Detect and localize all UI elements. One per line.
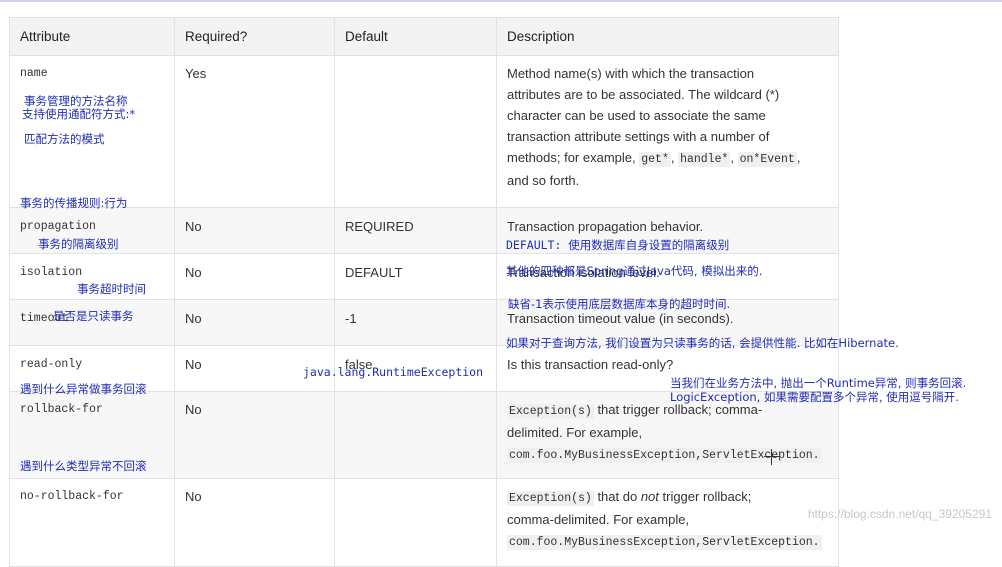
annotation-name-3: 匹配方法的模式 [24,132,105,146]
cell-description: Method name(s) with which the transactio… [496,55,839,208]
cell-required: No [174,299,335,346]
cell-default: REQUIRED [334,207,497,254]
code-get: get* [639,152,671,167]
cell-default: -1 [334,299,497,346]
header-required: Required? [174,17,335,56]
cell-description: Exception(s) that do not trigger rollbac… [496,478,839,567]
code-on-event: on*Event [737,152,797,167]
annotation-rollback-default: java.lang.RuntimeException [303,365,484,379]
desc-line: methods; for example, get*, handle*, on*… [507,147,828,170]
annotation-timeout: 事务超时时间 [77,282,146,296]
desc-text: that trigger rollback; comma- [593,402,763,417]
annotation-readonly: 是否是只读事务 [53,309,134,323]
annotation-name-1: 事务管理的方法名称 [24,94,128,108]
desc-line: com.foo.MyBusinessException,ServletExcep… [507,530,828,553]
desc-line: and so forth. [507,173,580,188]
annotation-rollback-desc-2: LogicException, 如果需要配置多个异常, 使用逗号隔开. [670,390,959,404]
desc-line: transaction attribute settings with a nu… [507,129,770,144]
annotation-rollback: 遇到什么异常做事务回滚 [20,382,147,396]
desc-emphasis: not [640,489,659,504]
desc-sep: , [796,150,801,165]
cell-required: No [174,253,335,300]
desc-line: delimited. For example, [507,425,643,440]
annotation-rollback-desc-1: 当我们在业务方法中, 抛出一个Runtime异常, 则事务回滚. [670,376,967,390]
annotation-norollback: 遇到什么类型异常不回滚 [20,459,147,473]
desc-text: trigger rollback; [658,489,752,504]
annotation-isolation-others: 其他的四种都是Spring通过Java代码, 模拟出来的. [506,264,763,278]
cell-required: Yes [174,55,335,208]
crosshair-cursor-icon [764,449,780,465]
table-row: no-rollback-for No Exception(s) that do … [9,478,839,567]
cell-required: No [174,391,335,479]
annotation-name-2: 支持使用通配符方式:* [22,107,136,121]
desc-line: character can be used to associate the s… [507,108,766,123]
code-exceptions: Exception(s) [507,404,594,419]
desc-line: Method name(s) with which the transactio… [507,66,755,81]
desc-line: Exception(s) that do not trigger rollbac… [507,486,828,509]
cell-attribute: no-rollback-for [9,478,175,567]
annotation-timeout-default: 缺省-1表示使用底层数据库本身的超时时间. [508,297,731,311]
cell-required: No [174,207,335,254]
cell-default [334,55,497,208]
table-header-row: Attribute Required? Default Description [9,17,839,56]
annotation-readonly-desc: 如果对于查询方法, 我们设置为只读事务的话, 会提供性能. 比如在Hiberna… [506,336,899,350]
desc-text: methods; for example, [507,150,640,165]
code-example: com.foo.MyBusinessException,ServletExcep… [507,535,822,550]
header-default: Default [334,17,497,56]
desc-text: that do [593,489,641,504]
cell-default [334,391,497,479]
cell-description: Exception(s) that trigger rollback; comm… [496,391,839,479]
cell-default: DEFAULT [334,253,497,300]
code-handle: handle* [678,152,731,167]
top-border-line [0,0,1002,2]
desc-sep: , [730,150,738,165]
cell-required: No [174,478,335,567]
header-attribute: Attribute [9,17,175,56]
cell-default [334,478,497,567]
table-row: name Yes Method name(s) with which the t… [9,55,839,208]
header-description: Description [496,17,839,56]
annotation-isolation: 事务的隔离级别 [38,237,119,251]
desc-line: attributes are to be associated. The wil… [507,87,780,102]
code-exceptions: Exception(s) [507,491,594,506]
watermark: https://blog.csdn.net/qq_39205291 [807,507,992,521]
annotation-isolation-default: DEFAULT: 使用数据库自身设置的隔离级别 [506,238,730,252]
desc-sep: , [670,150,679,165]
annotation-propagation: 事务的传播规则:行为 [20,196,128,210]
